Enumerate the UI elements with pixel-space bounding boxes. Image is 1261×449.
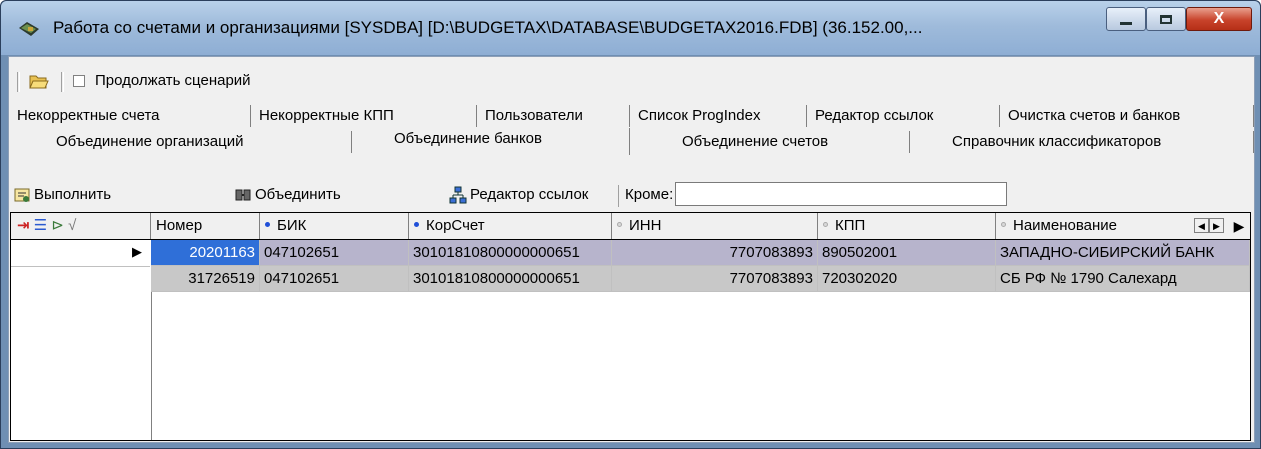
cell-korschet[interactable]: 30101810800000000651	[409, 266, 612, 292]
tab-merge-accounts[interactable]: Объединение счетов	[630, 131, 910, 153]
nonkey-dot-icon	[823, 222, 828, 227]
cell-nomer[interactable]: 31726519	[151, 266, 260, 292]
tab-link-editor[interactable]: Редактор ссылок	[807, 105, 1000, 127]
check-icon[interactable]: √	[68, 217, 76, 234]
merge-label: Объединить	[255, 186, 341, 203]
column-header-korschet-label: КорСчет	[426, 217, 485, 234]
continue-scenario-checkbox[interactable]	[73, 75, 85, 87]
merge-button[interactable]: Объединить	[234, 184, 341, 206]
link-editor-label: Редактор ссылок	[470, 186, 589, 203]
app-icon	[19, 22, 39, 36]
close-icon: X	[1213, 10, 1225, 27]
grid-header-tools: ⇥ ☰ ⊳ √	[11, 213, 151, 239]
cell-kpp[interactable]: 720302020	[818, 266, 996, 292]
execute-icon	[14, 188, 30, 202]
tab-row-1: Некорректные счета Некорректные КПП Поль…	[9, 105, 1254, 127]
scroll-left-icon[interactable]: ◀	[1194, 218, 1209, 233]
window-controls: X	[1106, 7, 1252, 33]
cell-nomer[interactable]: 20201163	[151, 240, 260, 266]
row-indicator-1[interactable]: ▶	[11, 240, 150, 267]
close-button[interactable]: X	[1186, 7, 1252, 31]
column-header-bik-label: БИК	[277, 217, 307, 234]
cell-inn[interactable]: 7707083893	[612, 240, 818, 266]
column-header-kpp[interactable]: КПП	[818, 213, 996, 239]
maximize-button[interactable]	[1146, 7, 1186, 31]
tab-progindex-list[interactable]: Список ProgIndex	[630, 105, 807, 127]
cell-name[interactable]: ЗАПАДНО-СИБИРСКИЙ БАНК	[996, 240, 1250, 266]
column-header-inn[interactable]: ИНН	[612, 213, 818, 239]
title-bar[interactable]: Работа со счетами и организациями [SYSDB…	[1, 1, 1260, 55]
cell-korschet[interactable]: 30101810800000000651	[409, 240, 612, 266]
execute-label: Выполнить	[34, 186, 112, 203]
column-header-bik[interactable]: БИК	[260, 213, 409, 239]
current-row-icon: ▶	[132, 244, 142, 259]
column-header-inn-label: ИНН	[629, 217, 662, 234]
tab-merge-banks[interactable]: Объединение банков	[352, 128, 630, 155]
key-dot-icon	[265, 222, 270, 227]
nonkey-dot-icon	[1001, 222, 1006, 227]
tab-clean-accounts-banks[interactable]: Очистка счетов и банков	[1000, 105, 1254, 127]
tab-incorrect-accounts[interactable]: Некорректные счета	[9, 105, 251, 127]
minimize-icon	[1120, 21, 1132, 25]
toolbar-grip[interactable]	[17, 72, 20, 92]
tab-merge-organizations[interactable]: Объединение организаций	[9, 131, 352, 153]
app-window: Работа со счетами и организациями [SYSDB…	[0, 0, 1261, 449]
continue-scenario-label: Продолжать сценарий	[95, 72, 251, 89]
row-indicator-column: ▶	[11, 240, 152, 440]
link-editor-button[interactable]: Редактор ссылок	[449, 184, 588, 206]
grid-scroll-right-icon[interactable]: ▶	[1229, 213, 1249, 239]
cell-name[interactable]: СБ РФ № 1790 Салехард	[996, 266, 1250, 292]
action-bar: Выполнить Объединить Редактор ссылок Кро…	[9, 177, 1254, 211]
cell-inn[interactable]: 7707083893	[612, 266, 818, 292]
key-dot-icon	[414, 222, 419, 227]
banks-grid[interactable]: ⇥ ☰ ⊳ √ Номер БИК КорСчет ИНН КПП Наимен…	[10, 212, 1251, 441]
tab-users[interactable]: Пользователи	[477, 105, 630, 127]
window-title: Работа со счетами и организациями [SYSDB…	[53, 18, 923, 37]
main-toolbar: Продолжать сценарий	[9, 61, 1254, 101]
hierarchy-icon	[449, 186, 467, 204]
column-header-nomer[interactable]: Номер	[151, 213, 260, 239]
scroll-right-icon[interactable]: ▶	[1209, 218, 1224, 233]
open-folder-icon[interactable]	[29, 72, 49, 90]
cell-bik[interactable]: 047102651	[260, 240, 409, 266]
grid-header: ⇥ ☰ ⊳ √ Номер БИК КорСчет ИНН КПП Наимен…	[11, 213, 1250, 240]
merge-icon	[235, 189, 251, 201]
cell-bik[interactable]: 047102651	[260, 266, 409, 292]
cell-kpp[interactable]: 890502001	[818, 240, 996, 266]
tab-control: Некорректные счета Некорректные КПП Поль…	[9, 105, 1254, 177]
tab-classifiers[interactable]: Справочник классификаторов	[910, 131, 1254, 153]
column-header-name[interactable]: Наименование ◀ ▶	[996, 213, 1228, 239]
column-header-korschet[interactable]: КорСчет	[409, 213, 612, 239]
column-header-kpp-label: КПП	[835, 217, 866, 234]
list-icon[interactable]: ☰	[34, 217, 47, 234]
maximize-icon	[1160, 14, 1172, 24]
filter-icon[interactable]: ⊳	[51, 217, 64, 234]
action-separator	[618, 185, 620, 207]
toolbar-separator	[61, 72, 64, 92]
tab-row-2: Объединение организаций Объединение банк…	[9, 128, 1254, 155]
column-header-name-label: Наименование	[1013, 217, 1117, 234]
nonkey-dot-icon	[617, 222, 622, 227]
insert-row-icon[interactable]: ⇥	[17, 217, 30, 234]
except-input[interactable]	[675, 182, 1007, 206]
minimize-button[interactable]	[1106, 7, 1146, 31]
except-label: Кроме:	[625, 186, 674, 203]
tab-incorrect-kpp[interactable]: Некорректные КПП	[251, 105, 477, 127]
column-scroll-arrows: ◀ ▶	[1194, 218, 1224, 233]
execute-button[interactable]: Выполнить	[13, 184, 111, 206]
client-area: Продолжать сценарий Некорректные счета Н…	[8, 56, 1255, 443]
